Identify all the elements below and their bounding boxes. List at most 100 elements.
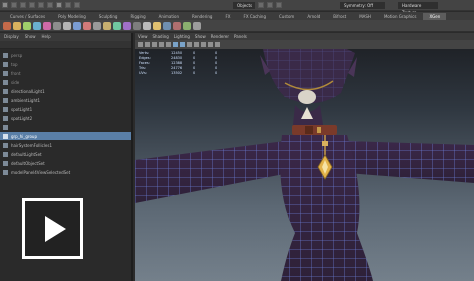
xray-icon[interactable] (208, 42, 213, 47)
outliner-row[interactable]: defaultLightSet (0, 150, 131, 158)
outliner-row[interactable]: grp_hi_group (0, 132, 131, 140)
shelf-tab[interactable]: Motion Graphics (378, 13, 423, 20)
outliner-row[interactable]: defaultObjectSet (0, 159, 131, 167)
shelf-tool-icon[interactable] (113, 21, 121, 30)
shelf-tool-icon[interactable] (153, 21, 161, 30)
outliner-row[interactable]: spotLight1 (0, 105, 131, 113)
shelf-tool-icon[interactable] (143, 21, 151, 30)
grid-toggle-icon[interactable] (166, 42, 171, 47)
node-icon (3, 151, 8, 157)
shelf-tool-icon[interactable] (93, 21, 101, 30)
shelf-tool-icon[interactable] (163, 21, 171, 30)
outliner-menu-item[interactable]: Display (4, 33, 19, 41)
lock-camera-icon[interactable] (145, 42, 150, 47)
shelf-tab[interactable]: Rigging (124, 13, 151, 20)
shelf-tab[interactable]: Arnold (301, 13, 326, 20)
outliner-menu-item[interactable]: Help (42, 33, 51, 41)
node-icon (3, 124, 8, 130)
shelf-tool-icon[interactable] (3, 21, 11, 30)
isolate-select-icon[interactable] (215, 42, 220, 47)
outliner-row[interactable]: directionalLight1 (0, 87, 131, 95)
status-line: Objects Symmetry: Off Hardware Texture (0, 0, 474, 15)
node-icon (3, 70, 8, 76)
shelf-tool-icon[interactable] (193, 21, 201, 30)
heads-up-display: Verts: 12450 0 0 Edges: 24830 0 0 Faces: 12388 0 0 T… (139, 51, 229, 76)
shelf-tool-icon[interactable] (173, 21, 181, 30)
undo-icon[interactable] (38, 2, 44, 8)
shelf-tool-icon[interactable] (123, 21, 131, 30)
viewport-menu-item[interactable]: View (138, 33, 148, 40)
outliner-row[interactable]: hairSystemFollicles1 (0, 141, 131, 149)
snap-point-icon[interactable] (276, 2, 282, 8)
smooth-shade-icon[interactable] (180, 42, 185, 47)
shelf-tab[interactable]: FX Caching (238, 13, 272, 20)
viewport-menu: View Shading Lighting Show Renderer Panels (135, 33, 474, 40)
play-video-button[interactable] (22, 198, 83, 259)
lights-icon[interactable] (194, 42, 199, 47)
viewport-panel[interactable]: View Shading Lighting Show Renderer Panels Ve… (135, 33, 474, 281)
outliner-row[interactable]: top (0, 60, 131, 68)
bookmark-icon[interactable] (152, 42, 157, 47)
shelf-tab[interactable]: FX (219, 13, 236, 20)
shelf-tool-icon[interactable] (13, 21, 21, 30)
new-scene-icon[interactable] (11, 2, 17, 8)
outliner-list: persp top front side directionalLight1 ambien… (0, 49, 131, 176)
selection-mask-field[interactable]: Objects (233, 1, 255, 9)
outliner-row[interactable]: ambientLight1 (0, 96, 131, 104)
image-plane-icon[interactable] (159, 42, 164, 47)
shadows-icon[interactable] (201, 42, 206, 47)
snap-curve-icon[interactable] (267, 2, 273, 8)
snap-grid-icon[interactable] (258, 2, 264, 8)
shelf-tool-icon[interactable] (133, 21, 141, 30)
select-object-icon[interactable] (65, 2, 71, 8)
outliner-row[interactable]: modelPanel4ViewSelectedSet (0, 168, 131, 176)
shelf-tab[interactable]: MASH (353, 13, 377, 20)
node-icon (3, 142, 8, 148)
shelf-tab[interactable]: XGen (423, 12, 447, 20)
textured-icon[interactable] (187, 42, 192, 47)
shelf-tab[interactable]: Animation (153, 13, 185, 20)
shelf-tab[interactable]: Bifrost (327, 13, 352, 20)
shelf-tool-icon[interactable] (103, 21, 111, 30)
shelf-tool-icon[interactable] (23, 21, 31, 30)
shelf-tool-icon[interactable] (73, 21, 81, 30)
shelf-tab[interactable]: Custom (273, 13, 300, 20)
shelf-tool-icon[interactable] (63, 21, 71, 30)
redo-icon[interactable] (47, 2, 53, 8)
viewport-menu-item[interactable]: Lighting (174, 33, 190, 40)
select-component-icon[interactable] (74, 2, 80, 8)
shelf-tool-icon[interactable] (183, 21, 191, 30)
viewport-menu-item[interactable]: Panels (234, 33, 247, 40)
outliner-row[interactable]: persp (0, 51, 131, 59)
outliner-row[interactable]: front (0, 69, 131, 77)
viewport-menu-item[interactable]: Shading (153, 33, 169, 40)
shelf-tool-icon[interactable] (43, 21, 51, 30)
outliner-row[interactable] (0, 123, 131, 131)
shelf-tool-icon[interactable] (53, 21, 61, 30)
symmetry-field[interactable]: Symmetry: Off (340, 1, 385, 9)
shelf-tab[interactable]: Poly Modeling (52, 13, 92, 20)
menu-set-icon[interactable] (2, 2, 8, 8)
select-hierarchy-icon[interactable] (56, 2, 62, 8)
outliner-row-label: defaultObjectSet (11, 160, 45, 166)
viewport-menu-item[interactable]: Renderer (211, 33, 229, 40)
outliner-row[interactable]: spotLight2 (0, 114, 131, 122)
texture-mode-field[interactable]: Hardware Texture (398, 1, 438, 15)
outliner-row-label: spotLight1 (11, 106, 33, 112)
shelf-tool-icon[interactable] (33, 21, 41, 30)
viewport-menu-item[interactable]: Show (195, 33, 206, 40)
select-camera-icon[interactable] (138, 42, 143, 47)
outliner-search-field[interactable] (0, 41, 131, 49)
save-scene-icon[interactable] (29, 2, 35, 8)
outliner-row[interactable]: side (0, 78, 131, 86)
open-scene-icon[interactable] (20, 2, 26, 8)
shelf-tab[interactable]: Rendering (186, 13, 218, 20)
shelf-tab[interactable]: Sculpting (93, 13, 124, 20)
outliner-row-label: side (11, 79, 20, 85)
shelf-tab[interactable]: Curves / Surfaces (4, 13, 51, 20)
shelf-tool-icon[interactable] (83, 21, 91, 30)
wireframe-on-shaded-icon[interactable] (173, 42, 178, 47)
node-icon (3, 61, 8, 67)
outliner-menu-item[interactable]: Show (25, 33, 36, 41)
outliner-row-label: spotLight2 (11, 115, 33, 121)
